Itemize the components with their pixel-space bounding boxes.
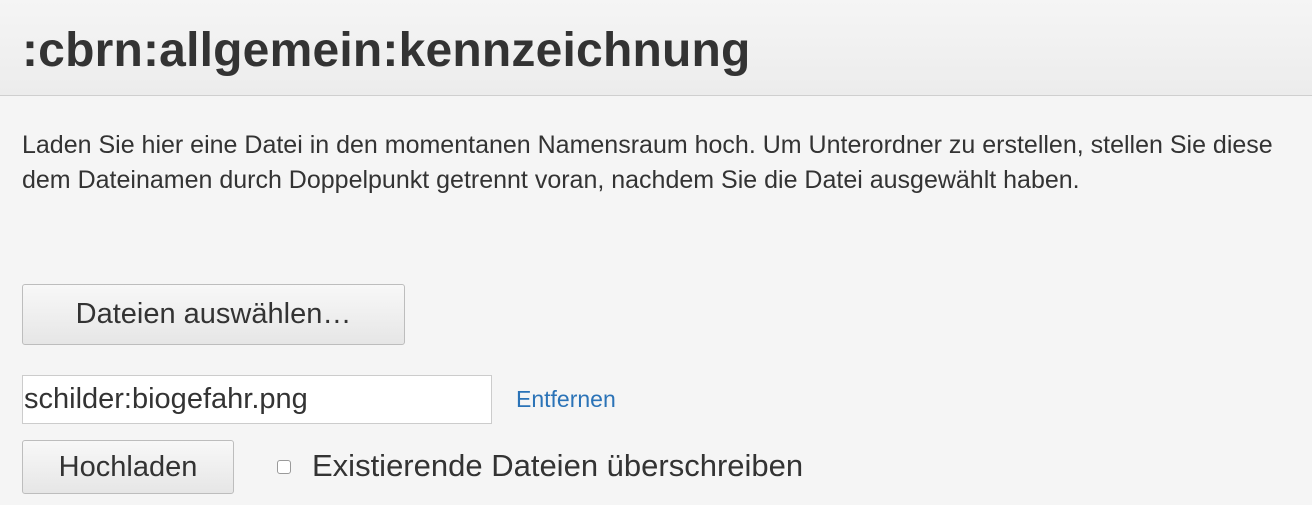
page-header: :cbrn:allgemein:kennzeichnung xyxy=(0,0,1312,96)
remove-file-link[interactable]: Entfernen xyxy=(516,383,616,415)
upload-button[interactable]: Hochladen xyxy=(22,440,234,494)
overwrite-checkbox-label[interactable]: Existierende Dateien überschreiben xyxy=(312,446,803,486)
page-title: :cbrn:allgemein:kennzeichnung xyxy=(22,24,751,77)
upload-description: Laden Sie hier eine Datei in den momenta… xyxy=(22,131,1273,194)
file-name-field[interactable]: schilder:biogefahr.png xyxy=(22,375,492,424)
choose-files-button[interactable]: Dateien auswählen… xyxy=(22,284,405,345)
overwrite-checkbox[interactable] xyxy=(277,460,291,474)
